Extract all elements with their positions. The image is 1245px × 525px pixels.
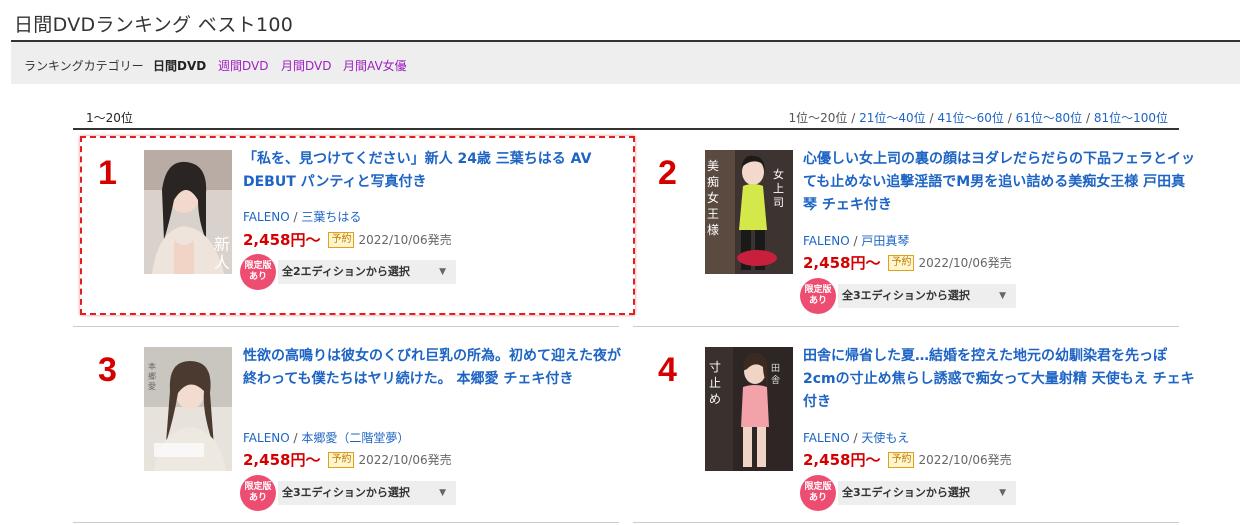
svg-text:女: 女 [707,190,719,205]
svg-text:痴: 痴 [707,174,719,189]
product-meta: FALENO / 戸田真琴 [803,234,910,248]
chevron-down-icon: ▼ [999,488,1006,498]
product-thumbnail[interactable]: 美 痴 女 王 様 女 上 司 [705,150,793,274]
svg-text:寸: 寸 [709,360,721,374]
price-row: 2,458円〜 予約 2022/10/06発売 [803,449,1012,469]
pager-separator: / [929,111,934,125]
maker-link[interactable]: FALENO [803,431,850,445]
product-thumbnail[interactable]: 寸 止 め 田 舎 [705,347,793,471]
svg-text:女: 女 [773,167,784,181]
svg-text:舎: 舎 [771,375,780,386]
price: 2,458円〜 [243,231,321,249]
rank-number: 2 [658,154,677,192]
category-link-weekly[interactable]: 週間DVD [218,57,268,74]
svg-text:郷: 郷 [148,372,156,381]
svg-text:止: 止 [709,376,721,390]
actress-link[interactable]: 天使もえ [861,431,909,445]
price-row: 2,458円〜 予約 2022/10/06発売 [803,252,1012,272]
pager-link-61-80[interactable]: 61位〜80位 [1016,111,1083,125]
release-date: 2022/10/06発売 [358,233,452,247]
category-link-monthly-actress[interactable]: 月間AV女優 [343,57,407,74]
price: 2,458円〜 [243,451,321,469]
actress-link[interactable]: 戸田真琴 [861,234,909,248]
rank-number: 3 [98,351,117,389]
rank-number: 1 [98,154,117,192]
ranking-item: 4 寸 止 め 田 舎 田舎に帰省した夏…結婚を控えた地元の幼馴染君を先っぽ2c… [634,327,1195,517]
preorder-badge: 予約 [328,231,355,248]
product-meta: FALENO / 天使もえ [803,431,910,445]
release-date: 2022/10/06発売 [358,453,452,467]
edition-select[interactable]: 全3エディションから選択 ▼ [838,481,1016,505]
release-date: 2022/10/06発売 [918,256,1012,270]
item-divider [633,522,1179,523]
limited-edition-badge: 限定版 あり [800,475,836,511]
price: 2,458円〜 [803,451,881,469]
price: 2,458円〜 [803,254,881,272]
product-thumbnail[interactable]: 本 郷 愛 [144,347,232,471]
release-date: 2022/10/06発売 [918,453,1012,467]
current-range-label: 1〜20位 [86,111,133,125]
actress-link[interactable]: 三葉ちはる [301,210,361,224]
pager-link-21-40[interactable]: 21位〜40位 [859,111,926,125]
category-current: 日間DVD [153,59,207,73]
edition-select[interactable]: 全3エディションから選択 ▼ [278,481,456,505]
svg-text:め: め [709,392,721,406]
category-link-monthly[interactable]: 月間DVD [281,57,331,74]
maker-link[interactable]: FALENO [243,210,290,224]
maker-link[interactable]: FALENO [243,431,290,445]
chevron-down-icon: ▼ [439,488,446,498]
pager-link-81-100[interactable]: 81位〜100位 [1094,111,1168,125]
maker-link[interactable]: FALENO [803,234,850,248]
svg-text:人: 人 [214,253,230,272]
pager-separator: / [851,111,856,125]
pager-link-41-60[interactable]: 41位〜60位 [937,111,1004,125]
ranking-item: 1 新 人 「私を、見つけてください」新人 24歳 三葉ちはる AV DEBUT… [74,130,624,320]
product-title-link[interactable]: 性欲の高鳴りは彼女のくびれ巨乳の所為。初めて迎えた夜が終わっても僕たちはヤリ続け… [243,345,623,391]
svg-text:愛: 愛 [148,381,156,391]
chevron-down-icon: ▼ [999,291,1006,301]
svg-text:美: 美 [707,159,719,173]
limited-edition-badge: 限定版 あり [240,254,276,290]
edition-select[interactable]: 全3エディションから選択 ▼ [838,284,1016,308]
rank-number: 4 [658,351,677,389]
edition-select[interactable]: 全2エディションから選択 ▼ [278,260,456,284]
svg-text:司: 司 [773,196,784,209]
pager-separator: / [1007,111,1012,125]
item-divider [73,522,619,523]
product-meta: FALENO / 本郷愛（二階堂夢） [243,431,410,445]
pager-current: 1位〜20位 [788,111,848,125]
svg-text:新: 新 [214,235,230,254]
limited-edition-badge: 限定版 あり [800,278,836,314]
page-title: 日間DVDランキング ベスト100 [14,14,294,36]
range-pager: 1位〜20位 / 21位〜40位 / 41位〜60位 / 61位〜80位 / 8… [788,109,1168,126]
svg-text:王: 王 [707,207,719,221]
product-thumbnail[interactable]: 新 人 [144,150,232,274]
pager-separator: / [1085,111,1090,125]
product-title-link[interactable]: 心優しい女上司の裏の顔はヨダレだらだらの下品フェラとイッても止めない追撃淫語でM… [803,148,1195,217]
svg-text:本: 本 [148,361,156,371]
product-title-link[interactable]: 田舎に帰省した夏…結婚を控えた地元の幼馴染君を先っぽ2cmの寸止め焦らし誘惑で痴… [803,345,1195,414]
preorder-badge: 予約 [328,451,355,468]
preorder-badge: 予約 [888,451,915,468]
category-label: ランキングカテゴリー [24,59,144,73]
ranking-item: 2 美 痴 女 王 様 女 上 司 心優しい女上司の裏の顔はヨダレだらだらの下品… [634,130,1195,320]
product-meta: FALENO / 三葉ちはる [243,210,362,224]
svg-text:様: 様 [707,223,719,237]
limited-edition-badge: 限定版 あり [240,475,276,511]
ranking-item: 3 本 郷 愛 性欲の高鳴りは彼女のくびれ巨乳の所為。初めて迎えた夜が終わっても… [74,327,624,517]
preorder-badge: 予約 [888,254,915,271]
svg-text:田: 田 [771,363,780,374]
actress-link[interactable]: 本郷愛（二階堂夢） [301,431,409,445]
product-title-link[interactable]: 「私を、見つけてください」新人 24歳 三葉ちはる AV DEBUT パンティと… [243,148,623,194]
price-row: 2,458円〜 予約 2022/10/06発売 [243,229,452,249]
category-bar: ランキングカテゴリー 日間DVD 週間DVD 月間DVD 月間AV女優 [11,42,1240,84]
svg-text:上: 上 [773,182,784,195]
price-row: 2,458円〜 予約 2022/10/06発売 [243,449,452,469]
chevron-down-icon: ▼ [439,267,446,277]
